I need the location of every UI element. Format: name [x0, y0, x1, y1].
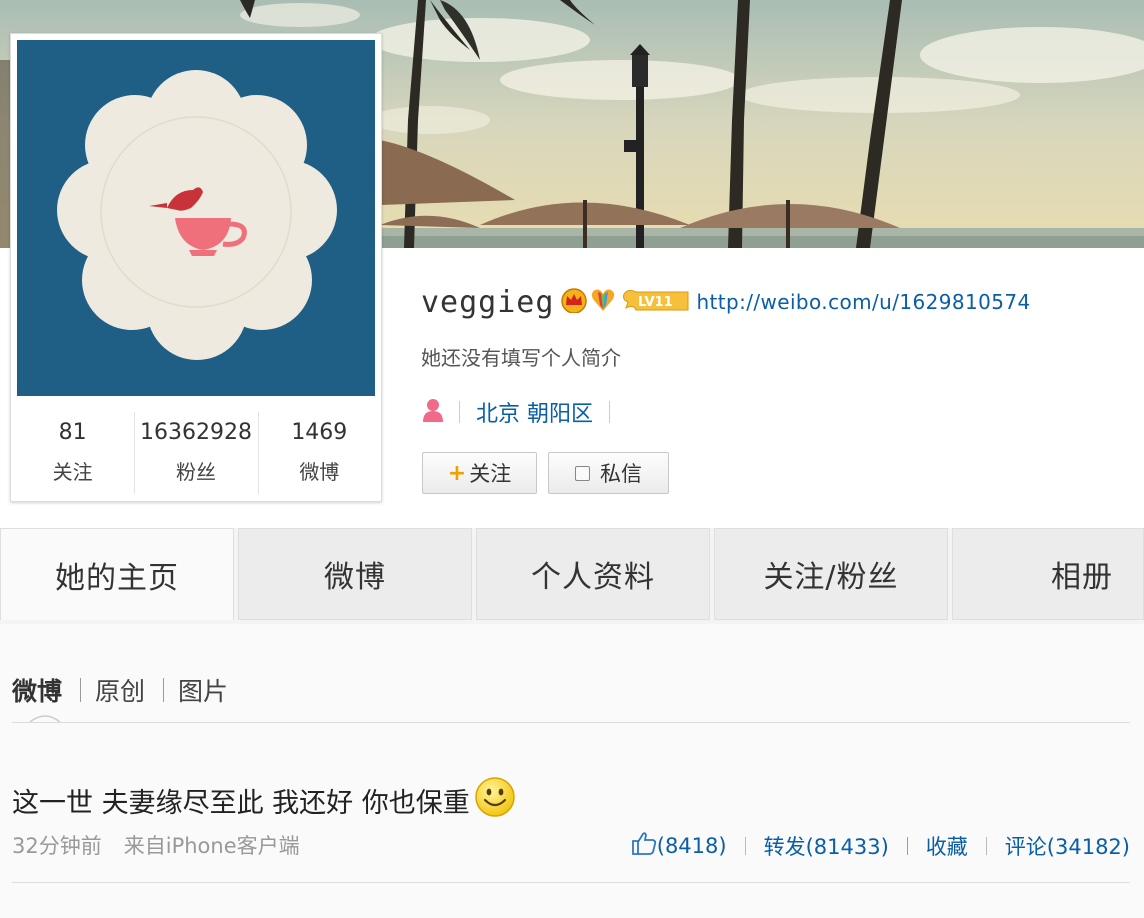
post-source[interactable]: 来自iPhone客户端 [124, 830, 300, 860]
profile-stats: 81 关注 16362928 粉丝 1469 微博 [11, 406, 381, 500]
follow-button-label: 关注 [469, 462, 512, 486]
action-divider [906, 836, 908, 855]
stat-posts-count: 1469 [291, 420, 348, 445]
post-meta: 32分钟前 来自iPhone客户端 [12, 830, 300, 860]
message-icon [575, 465, 590, 481]
location-divider-end [609, 401, 610, 423]
follow-button[interactable]: + 关注 [422, 452, 537, 494]
plus-icon: + [447, 460, 467, 486]
profile-name-row: veggieg LV11 http://weibo.com/u/16298105… [421, 280, 1031, 324]
post-actions: (8418) 转发(81433) 收藏 评论(34182) [631, 830, 1130, 861]
post-divider [12, 882, 1130, 883]
tab-profile-info[interactable]: 个人资料 [476, 528, 710, 620]
message-button-label: 私信 [600, 462, 642, 486]
stat-followers-label: 粉丝 [175, 460, 216, 484]
tab-weibo[interactable]: 微博 [238, 528, 472, 620]
stat-posts-label: 微博 [299, 460, 340, 484]
post-time[interactable]: 32分钟前 [12, 830, 102, 860]
subtab-pictures[interactable]: 图片 [178, 672, 228, 708]
profile-url-link[interactable]: http://weibo.com/u/1629810574 [696, 290, 1030, 314]
smiley-icon [474, 776, 516, 825]
username: veggieg [421, 284, 555, 320]
avatar-card: 81 关注 16362928 粉丝 1469 微博 [10, 33, 382, 502]
avatar[interactable] [17, 40, 375, 396]
comment-button[interactable]: 评论(34182) [1005, 831, 1130, 861]
location-link[interactable]: 北京 朝阳区 [476, 396, 593, 428]
person-icon [421, 397, 445, 427]
teacup-bird-avatar-icon [17, 40, 375, 396]
stat-followers[interactable]: 16362928 粉丝 [134, 406, 257, 500]
favorite-button[interactable]: 收藏 [926, 831, 968, 861]
action-divider [985, 836, 987, 855]
repost-button[interactable]: 转发(81433) [764, 831, 889, 861]
stat-posts[interactable]: 1469 微博 [257, 406, 381, 500]
crown-icon[interactable] [560, 287, 588, 317]
post-text: 这一世 夫妻缘尽至此 我还好 你也保重 [12, 776, 516, 825]
tab-album[interactable]: 相册 [952, 528, 1144, 620]
thumbs-up-icon[interactable] [631, 830, 657, 861]
subtab-original[interactable]: 原创 [95, 672, 145, 708]
stat-followers-count: 16362928 [140, 420, 252, 445]
level-badge-icon[interactable]: LV11 [622, 288, 690, 316]
tab-follow-fans[interactable]: 关注/粉丝 [714, 528, 948, 620]
message-button[interactable]: 私信 [548, 452, 669, 494]
feed-area: 微博 原创 图片 这一世 夫妻缘尽至此 我还好 你也保重 32分钟前 来自iPh… [0, 624, 1144, 918]
location-divider [459, 401, 460, 423]
stat-following-count: 81 [58, 420, 87, 445]
profile-bio: 她还没有填写个人简介 [421, 346, 621, 370]
like-count[interactable]: (8418) [657, 834, 727, 858]
feed-subtabs: 微博 原创 图片 [12, 672, 228, 708]
subtab-divider [80, 678, 82, 702]
location-row: 北京 朝阳区 [421, 394, 610, 430]
action-divider [744, 836, 746, 855]
stat-following[interactable]: 81 关注 [11, 406, 134, 500]
subtab-weibo[interactable]: 微博 [12, 672, 62, 708]
profile-tabs: 她的主页 微博 个人资料 关注/粉丝 相册 [0, 528, 1144, 624]
post-content: 这一世 夫妻缘尽至此 我还好 你也保重 [12, 788, 470, 819]
rainbow-heart-icon[interactable] [590, 287, 616, 317]
svg-text:LV11: LV11 [638, 295, 673, 310]
tab-home[interactable]: 她的主页 [0, 528, 234, 620]
subtab-divider [163, 678, 165, 702]
stat-following-label: 关注 [52, 460, 93, 484]
subtab-divider-line [12, 722, 1130, 723]
